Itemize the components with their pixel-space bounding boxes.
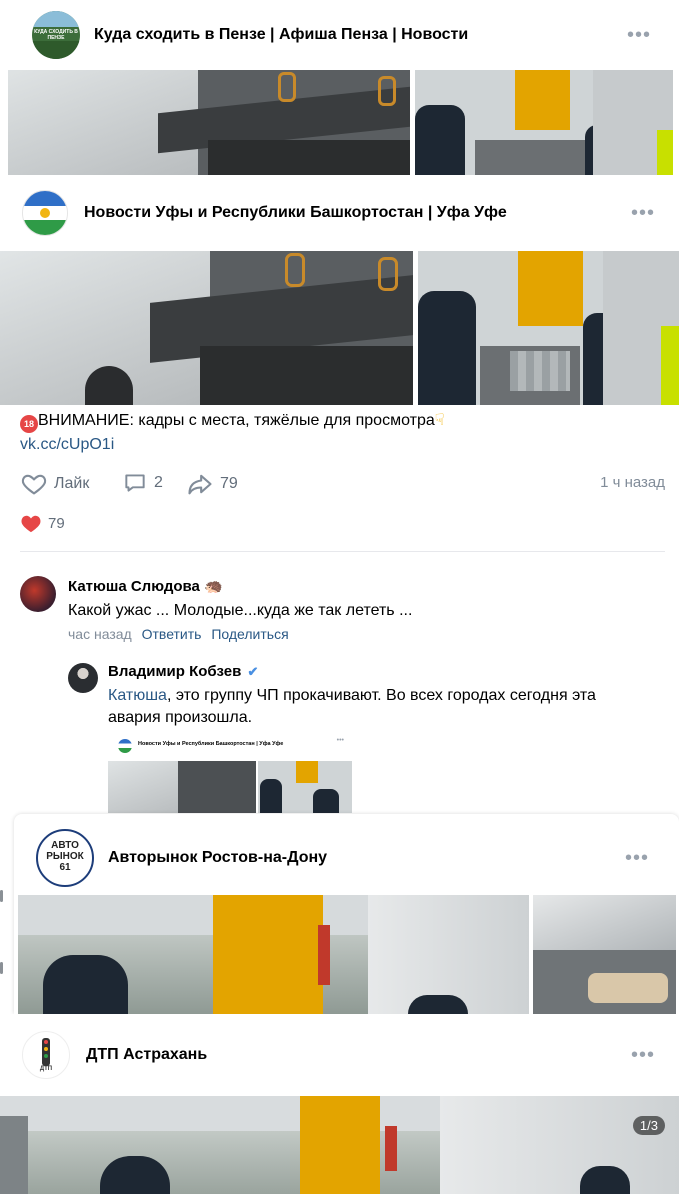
like-button[interactable]: Лайк (20, 470, 89, 498)
group-name[interactable]: Новости Уфы и Республики Башкортостан | … (84, 204, 507, 222)
share-button[interactable]: 79 (186, 470, 238, 498)
reply-author[interactable]: Владимир Кобзев ✔ (108, 663, 258, 680)
reactions-count: 79 (48, 514, 65, 532)
share-count: 79 (220, 475, 238, 492)
post-photo[interactable] (415, 70, 673, 175)
comment-author-name: Катюша Слюдова (68, 578, 200, 595)
hedgehog-icon: 🦔 (204, 578, 223, 595)
group-avatar-text: АВТО РЫНОК 61 (46, 840, 84, 873)
comment-text: Какой ужас ... Молодые...куда же так лет… (68, 602, 413, 619)
reply-author-name: Владимир Кобзев (108, 663, 242, 680)
comment-author[interactable]: Катюша Слюдова 🦔 (68, 577, 223, 595)
post-photo[interactable] (418, 251, 679, 405)
share-comment-button[interactable]: Поделиться (211, 626, 288, 642)
group-avatar[interactable] (22, 190, 68, 236)
comment-icon (125, 474, 145, 492)
comment-button[interactable]: 2 (122, 470, 163, 496)
more-options-icon[interactable]: ••• (631, 1045, 655, 1065)
reply-text: Катюша, это группу ЧП прокачивают. Во вс… (108, 685, 668, 729)
post-header-ufa: Новости Уфы и Республики Башкортостан | … (0, 175, 679, 251)
group-name[interactable]: Куда сходить в Пензе | Афиша Пенза | Нов… (94, 26, 468, 44)
heart-filled-icon (21, 515, 41, 533)
reply-avatar[interactable] (68, 663, 98, 693)
post-text: 18 ВНИМАНИЕ: кадры с места, тяжёлые для п… (20, 410, 445, 433)
group-name[interactable]: ДТП Астрахань (86, 1046, 207, 1064)
attachment-dots-icon: ••• (336, 737, 344, 744)
like-label: Лайк (54, 475, 90, 492)
post-actions: Лайк 2 79 1 ч назад (20, 470, 665, 498)
post-header-astrakhan: ДТП ДТП Астрахань ••• (0, 1014, 679, 1096)
comment-avatar[interactable] (20, 576, 56, 612)
group-avatar-text: ДТП (39, 1066, 53, 1072)
group-avatar-text: КУДА СХОДИТЬ В ПЕНЗЕ (34, 29, 78, 41)
more-options-icon[interactable]: ••• (631, 203, 655, 223)
comment-meta: час назад Ответить Поделиться (68, 626, 289, 642)
post-header-penza: КУДА СХОДИТЬ В ПЕНЗЕ Куда сходить в Пенз… (0, 0, 679, 70)
age-badge-icon: 18 (20, 415, 38, 433)
reply-text-line2: авария произошла. (108, 709, 253, 726)
more-options-icon[interactable]: ••• (625, 848, 649, 868)
post-time[interactable]: 1 ч назад (600, 474, 665, 491)
attachment-avatar (118, 739, 132, 753)
more-options-icon[interactable]: ••• (627, 25, 651, 45)
comment-count: 2 (154, 474, 163, 491)
pointing-hand-icon: ☟ (434, 412, 445, 429)
reactions[interactable]: 79 (20, 513, 65, 533)
post-photo[interactable] (18, 895, 529, 1014)
post-photo[interactable]: 1/3 (0, 1096, 679, 1194)
heart-outline-icon (21, 474, 47, 495)
reply-button[interactable]: Ответить (142, 626, 202, 642)
post-photo[interactable] (533, 895, 676, 1014)
share-icon (188, 474, 212, 495)
scroll-edge-marker (0, 962, 3, 974)
scroll-edge-marker (0, 890, 3, 902)
photo-counter: 1/3 (632, 1116, 665, 1135)
attachment-title: Новости Уфы и Республики Башкортостан | … (138, 741, 284, 747)
divider (20, 551, 665, 552)
reply-attachment[interactable]: Новости Уфы и Республики Башкортостан | … (108, 735, 352, 813)
group-name[interactable]: Авторынок Ростов-на-Дону (108, 849, 327, 867)
group-avatar[interactable]: АВТО РЫНОК 61 (36, 829, 94, 887)
group-avatar[interactable]: ДТП (22, 1031, 70, 1079)
post-header-rostov: АВТО РЫНОК 61 Авторынок Ростов-на-Дону •… (36, 822, 665, 894)
post-photo[interactable] (8, 70, 410, 175)
comment-time[interactable]: час назад (68, 626, 132, 642)
post-photo[interactable] (0, 251, 413, 405)
post-link[interactable]: vk.cc/cUpO1i (20, 434, 114, 456)
group-avatar[interactable]: КУДА СХОДИТЬ В ПЕНЗЕ (32, 11, 80, 59)
reply-text-line1: , это группу ЧП прокачивают. Во всех гор… (166, 687, 596, 704)
verified-icon: ✔ (247, 664, 259, 679)
reply-mention[interactable]: Катюша (108, 687, 167, 704)
post-text-body: ВНИМАНИЕ: кадры с места, тяжёлые для про… (38, 412, 435, 429)
